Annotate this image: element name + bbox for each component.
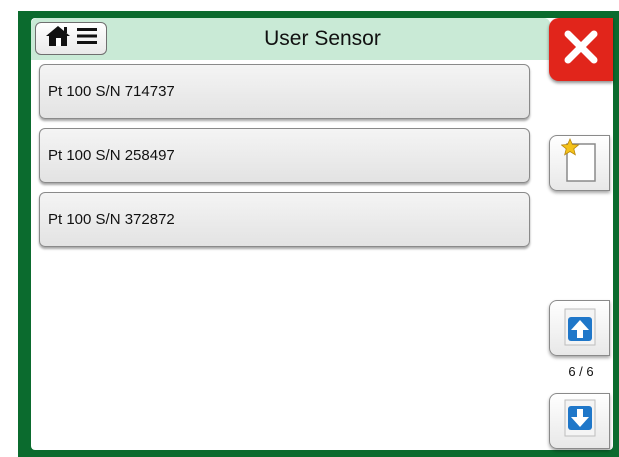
arrow-up-icon bbox=[561, 305, 599, 352]
new-document-icon bbox=[559, 137, 599, 189]
page-down-button[interactable] bbox=[549, 393, 610, 449]
home-icon bbox=[45, 25, 71, 52]
arrow-down-icon bbox=[561, 398, 599, 445]
page-title: User Sensor bbox=[264, 27, 381, 50]
home-menu-button[interactable] bbox=[35, 22, 107, 55]
page-indicator: 6 / 6 bbox=[568, 364, 594, 379]
menu-icon bbox=[77, 27, 97, 50]
sensor-item[interactable]: Pt 100 S/N 258497 bbox=[39, 128, 530, 183]
sensor-label: Pt 100 S/N 372872 bbox=[48, 211, 175, 228]
close-button[interactable] bbox=[549, 18, 613, 81]
sensor-list: Pt 100 S/N 714737 Pt 100 S/N 258497 Pt 1… bbox=[39, 64, 530, 256]
close-icon bbox=[563, 29, 599, 70]
new-sensor-button[interactable] bbox=[549, 135, 610, 191]
sensor-label: Pt 100 S/N 258497 bbox=[48, 147, 175, 164]
sensor-item[interactable]: Pt 100 S/N 714737 bbox=[39, 64, 530, 119]
page-up-button[interactable] bbox=[549, 300, 610, 356]
sensor-item[interactable]: Pt 100 S/N 372872 bbox=[39, 192, 530, 247]
sensor-label: Pt 100 S/N 714737 bbox=[48, 83, 175, 100]
